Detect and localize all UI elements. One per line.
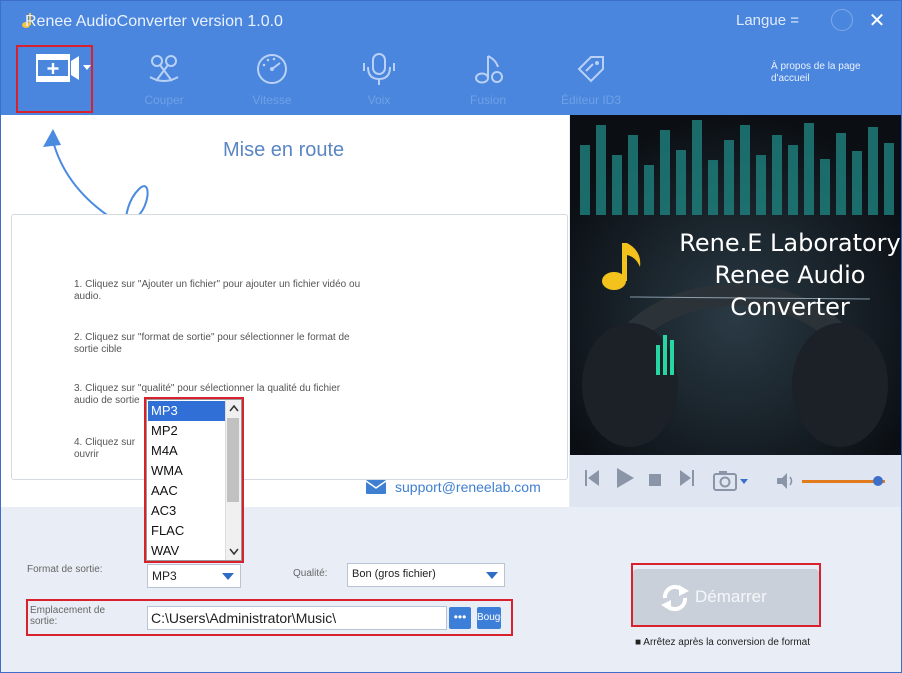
stop-after-label: Arrêtez après la conversion de format: [643, 637, 811, 648]
close-button[interactable]: ✕: [867, 11, 887, 31]
support-email-link[interactable]: support@reneelab.com: [395, 479, 541, 495]
chevron-down-icon: [222, 573, 234, 580]
toolbar-fusion[interactable]: Fusion: [443, 43, 533, 113]
toolbar-vitesse[interactable]: Vitesse: [227, 43, 317, 113]
promo-line-3: Converter: [730, 293, 850, 321]
promo-line-2: Renee Audio: [714, 261, 866, 289]
format-option-wma[interactable]: WMA: [148, 461, 226, 481]
refresh-icon: [661, 584, 689, 612]
next-icon[interactable]: [679, 469, 695, 487]
chevron-down-icon: [486, 572, 498, 579]
music-note-promo-icon: [602, 243, 641, 290]
output-settings: Format de sortie: MP3 Qualité: Bon (gros…: [1, 507, 901, 672]
camera-icon[interactable]: [713, 470, 751, 492]
dropdown-scrollbar[interactable]: [225, 400, 241, 560]
format-option-ac3[interactable]: AC3: [148, 501, 226, 521]
main-toolbar: Couper Vitesse Voix Fusion Éditeur ID3 À…: [1, 43, 901, 115]
toolbar-couper-label: Couper: [144, 93, 184, 107]
format-option-aac[interactable]: AAC: [148, 481, 226, 501]
toolbar-voix[interactable]: Voix: [334, 43, 424, 113]
mail-icon: [365, 480, 387, 494]
format-label: Format de sortie:: [27, 564, 103, 575]
stop-icon[interactable]: [649, 474, 661, 486]
location-label: Emplacement de sortie:: [30, 605, 106, 627]
open-folder-button[interactable]: Bouge: [477, 607, 501, 629]
stop-after-conversion-checkbox[interactable]: ■ Arrêtez après la conversion de format: [635, 637, 810, 648]
app-window: Renee AudioConverter version 1.0.0 Langu…: [0, 0, 902, 673]
previous-icon[interactable]: [584, 469, 600, 487]
microphone-icon: [363, 53, 395, 85]
speedometer-icon: [257, 54, 287, 84]
page-title: Mise en route: [223, 139, 345, 161]
add-file-icon: [36, 54, 91, 82]
toolbar-voix-label: Voix: [367, 93, 391, 107]
music-note-icon: [475, 55, 503, 84]
language-selector[interactable]: Langue =: [736, 12, 799, 29]
play-icon[interactable]: [615, 467, 635, 489]
quality-select[interactable]: Bon (gros fichier): [347, 563, 505, 587]
output-path-input[interactable]: C:\Users\Administrator\Music\: [147, 606, 447, 630]
quality-select-value: Bon (gros fichier): [352, 568, 436, 580]
format-select-value: MP3: [152, 569, 177, 583]
format-option-mp2[interactable]: MP2: [148, 421, 226, 441]
toolbar-id3-editor[interactable]: Éditeur ID3: [546, 43, 636, 113]
browse-button[interactable]: •••: [449, 607, 471, 629]
format-select[interactable]: MP3: [147, 564, 241, 588]
toolbar-vitesse-label: Vitesse: [252, 93, 292, 107]
step-2: 2. Cliquez sur "format de sortie" pour s…: [74, 332, 350, 355]
getting-started-panel: Mise en route 1. Cliquez sur "Ajouter un…: [1, 115, 569, 507]
app-title: Renee AudioConverter version 1.0.0: [25, 13, 283, 30]
about-homepage-link[interactable]: À propos de la page d'accueil: [771, 61, 896, 85]
format-option-mp3[interactable]: MP3: [148, 401, 226, 421]
chevron-up-icon[interactable]: [229, 404, 239, 412]
volume-slider-handle[interactable]: [873, 476, 884, 486]
start-button-label: Démarrer: [695, 587, 767, 606]
promo-line-1: Rene.E Laboratory: [679, 229, 901, 257]
format-dropdown-list: MP3 MP2 M4A WMA AAC AC3 FLAC WAV: [146, 399, 242, 561]
quality-label: Qualité:: [293, 568, 328, 579]
volume-icon[interactable]: [776, 472, 796, 490]
toolbar-couper[interactable]: Couper: [119, 43, 209, 113]
start-button[interactable]: Démarrer: [633, 569, 819, 627]
format-option-m4a[interactable]: M4A: [148, 441, 226, 461]
preview-panel: Rene.E Laboratory Renee Audio Converter: [570, 115, 901, 455]
format-option-flac[interactable]: FLAC: [148, 521, 226, 541]
scissors-icon: [149, 55, 179, 82]
toolbar-add-file[interactable]: [18, 43, 108, 113]
dropdown-scroll-thumb[interactable]: [227, 418, 239, 502]
step-4: 4. Cliquez sur ouvrir: [74, 437, 136, 460]
chevron-down-icon[interactable]: [229, 548, 239, 556]
steps-box: 1. Cliquez sur "Ajouter un fichier" pour…: [11, 214, 568, 480]
globe-icon[interactable]: [831, 9, 853, 31]
toolbar-id3-editor-label: Éditeur ID3: [560, 93, 622, 107]
tag-icon: [577, 56, 604, 83]
step-1: 1. Cliquez sur "Ajouter un fichier" pour…: [74, 279, 361, 302]
format-option-wav[interactable]: WAV: [148, 541, 226, 561]
toolbar-fusion-label: Fusion: [469, 93, 507, 107]
player-controls: [570, 455, 901, 507]
title-bar: Renee AudioConverter version 1.0.0 Langu…: [1, 1, 901, 43]
